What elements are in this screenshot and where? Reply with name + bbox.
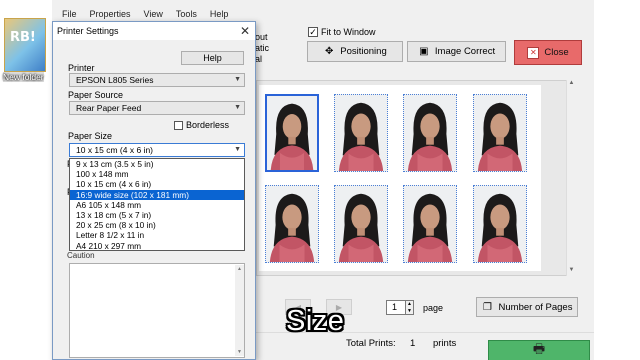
paper-size-option[interactable]: A6 105 x 148 mm bbox=[70, 200, 244, 210]
scroll-up-icon[interactable]: ▲ bbox=[235, 266, 244, 272]
total-prints-unit: prints bbox=[433, 338, 457, 349]
desktop-icon-label: New folder bbox=[3, 72, 44, 82]
dialog-title: Printer Settings bbox=[57, 26, 119, 36]
print-preview-area[interactable] bbox=[256, 80, 568, 276]
partial-label: atic bbox=[255, 43, 270, 53]
paper-size-option[interactable]: 9 x 13 cm (3.5 x 5 in) bbox=[70, 159, 244, 169]
image-correct-icon: ▣ bbox=[419, 46, 429, 57]
printer-icon: 🖶 bbox=[532, 341, 546, 356]
checkbox-checked-icon[interactable]: ✓ bbox=[308, 27, 318, 37]
menu-properties[interactable]: Properties bbox=[90, 8, 131, 21]
photo-thumbnail[interactable] bbox=[473, 94, 527, 172]
total-prints-value: 1 bbox=[410, 338, 416, 349]
paper-size-option[interactable]: 20 x 25 cm (8 x 10 in) bbox=[70, 220, 244, 230]
video-caption: Size bbox=[286, 305, 345, 337]
printer-settings-dialog: Printer Settings ✕ Help Printer EPSON L8… bbox=[52, 21, 256, 360]
close-button[interactable]: ✕ Close bbox=[514, 40, 582, 65]
caution-textbox[interactable]: ▲ ▼ bbox=[69, 263, 245, 358]
partial-label: out bbox=[255, 32, 268, 42]
photo-thumbnail[interactable] bbox=[265, 185, 319, 263]
app-menubar: File Properties View Tools Help bbox=[52, 8, 600, 21]
image-correct-label: Image Correct bbox=[434, 46, 496, 57]
fit-to-window-checkbox[interactable]: ✓ Fit to Window bbox=[308, 27, 376, 37]
photo-thumbnail[interactable] bbox=[334, 185, 388, 263]
chevron-down-icon: ▼ bbox=[234, 146, 241, 153]
partial-label: al bbox=[255, 54, 263, 64]
desktop-folder-icon[interactable]: RB! New folder bbox=[0, 12, 52, 92]
photo-thumbnail[interactable] bbox=[403, 185, 457, 263]
preview-vertical-scrollbar[interactable]: ▲ ▼ bbox=[566, 80, 575, 276]
close-label: Close bbox=[544, 47, 569, 58]
photo-thumbnail[interactable] bbox=[334, 94, 388, 172]
page-number-input[interactable]: 1 bbox=[386, 300, 406, 315]
caution-scrollbar[interactable]: ▲ ▼ bbox=[235, 265, 244, 356]
positioning-button[interactable]: ✥ Positioning bbox=[307, 41, 403, 62]
folder-thumbnail-icon bbox=[4, 18, 46, 72]
fit-to-window-label: Fit to Window bbox=[321, 27, 376, 37]
chevron-down-icon: ▼ bbox=[234, 76, 241, 83]
paper-size-option[interactable]: 10 x 15 cm (4 x 6 in) bbox=[70, 179, 244, 189]
paper-size-option[interactable]: Letter 8 1/2 x 11 in bbox=[70, 230, 244, 240]
page-spinner[interactable]: ▲ ▼ bbox=[406, 300, 414, 315]
paper-size-option-highlighted[interactable]: 16:9 wide size (102 x 181 mm) bbox=[70, 189, 244, 200]
pages-icon: ❐ bbox=[483, 301, 493, 313]
menu-view[interactable]: View bbox=[144, 8, 163, 21]
photo-thumbnail-selected[interactable] bbox=[265, 94, 319, 172]
chevron-down-icon: ▼ bbox=[234, 104, 241, 111]
print-button[interactable]: 🖶 bbox=[488, 340, 590, 360]
printer-select-value: EPSON L805 Series bbox=[76, 75, 154, 85]
scroll-down-icon[interactable]: ▼ bbox=[235, 349, 244, 355]
scroll-down-icon[interactable]: ▼ bbox=[567, 267, 576, 276]
paper-source-value: Rear Paper Feed bbox=[76, 103, 142, 113]
number-of-pages-button[interactable]: ❐ Number of Pages bbox=[476, 297, 578, 317]
paper-size-dropdown-list[interactable]: 9 x 13 cm (3.5 x 5 in) 100 x 148 mm 10 x… bbox=[69, 158, 245, 251]
number-of-pages-label: Number of Pages bbox=[498, 301, 573, 313]
menu-help[interactable]: Help bbox=[210, 8, 229, 21]
close-icon[interactable]: ✕ bbox=[237, 23, 253, 39]
spin-up-icon[interactable]: ▲ bbox=[406, 301, 413, 308]
photo-thumbnail[interactable] bbox=[403, 94, 457, 172]
paper-size-option[interactable]: A4 210 x 297 mm bbox=[70, 241, 244, 251]
paper-size-value: 10 x 15 cm (4 x 6 in) bbox=[76, 145, 154, 155]
borderless-label: Borderless bbox=[186, 120, 230, 130]
borderless-checkbox[interactable]: Borderless bbox=[174, 120, 229, 130]
paper-size-label: Paper Size bbox=[68, 131, 113, 141]
help-button[interactable]: Help bbox=[181, 51, 244, 65]
folder-thumbnail-text: RB! bbox=[10, 30, 36, 45]
close-x-icon: ✕ bbox=[527, 46, 540, 59]
paper-size-option[interactable]: 13 x 18 cm (5 x 7 in) bbox=[70, 210, 244, 220]
paper-source-label: Paper Source bbox=[68, 90, 124, 100]
menu-tools[interactable]: Tools bbox=[176, 8, 197, 21]
checkbox-unchecked-icon[interactable] bbox=[174, 120, 183, 130]
caution-label: Caution bbox=[67, 251, 95, 260]
scroll-up-icon[interactable]: ▲ bbox=[567, 80, 576, 89]
photo-thumbnail[interactable] bbox=[473, 185, 527, 263]
crosshair-icon: ✥ bbox=[325, 46, 334, 57]
paper-size-option[interactable]: 100 x 148 mm bbox=[70, 169, 244, 179]
total-prints-label: Total Prints: bbox=[346, 338, 396, 349]
printer-label: Printer bbox=[68, 63, 95, 73]
preview-paper bbox=[259, 85, 541, 271]
spin-down-icon[interactable]: ▼ bbox=[406, 308, 413, 315]
paper-size-select[interactable]: 10 x 15 cm (4 x 6 in) ▼ bbox=[69, 143, 245, 157]
image-correct-button[interactable]: ▣ Image Correct bbox=[407, 41, 506, 62]
positioning-label: Positioning bbox=[340, 46, 387, 57]
page-label: page bbox=[423, 303, 444, 313]
partially-hidden-options: out atic al bbox=[255, 32, 269, 65]
menu-file[interactable]: File bbox=[62, 8, 77, 21]
dialog-titlebar: Printer Settings ✕ bbox=[53, 22, 255, 40]
paper-source-select[interactable]: Rear Paper Feed ▼ bbox=[69, 101, 245, 115]
printer-select[interactable]: EPSON L805 Series ▼ bbox=[69, 73, 245, 87]
desktop-background-right bbox=[594, 0, 640, 360]
